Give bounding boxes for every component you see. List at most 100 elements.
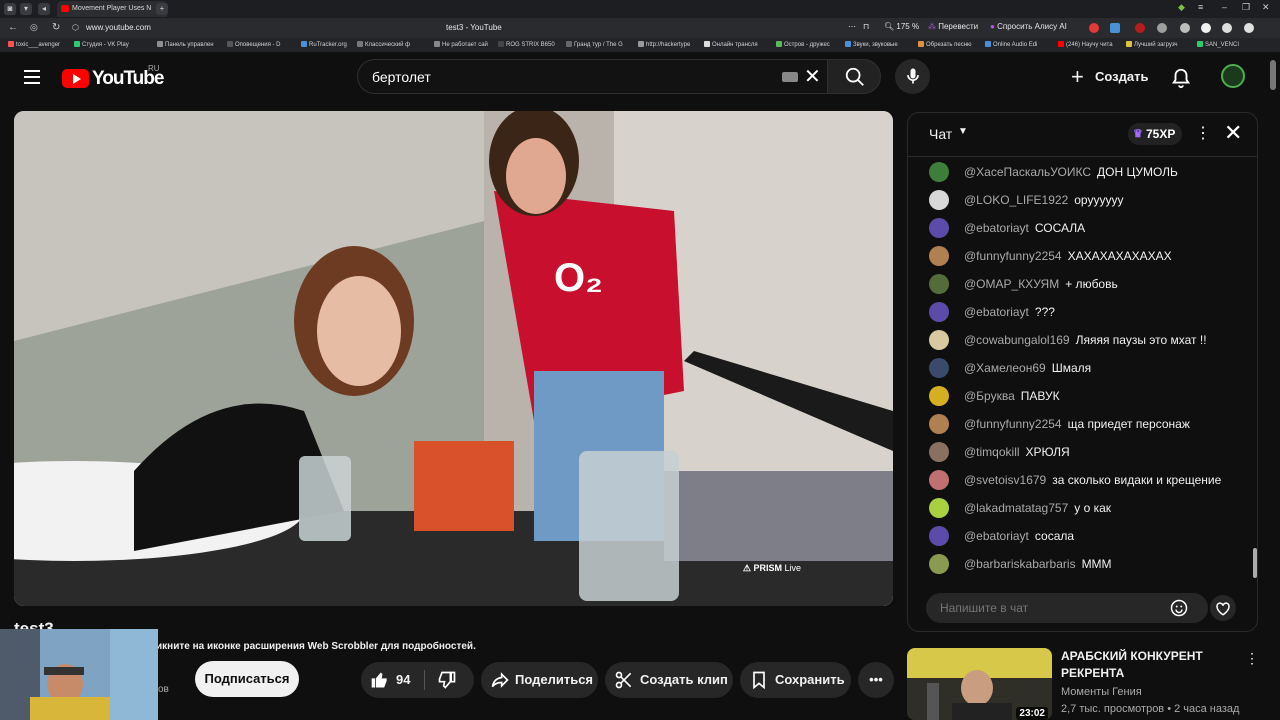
create-clip-button[interactable]: Создать клип bbox=[605, 662, 733, 698]
chat-author-handle[interactable]: @barbariskabarbaris bbox=[964, 557, 1076, 571]
search-button[interactable] bbox=[827, 59, 881, 94]
chat-author-avatar[interactable] bbox=[929, 302, 949, 322]
chat-author-name[interactable]: @cowabungalol169 Ляяяя паузы это мхат !! bbox=[964, 333, 1207, 347]
chat-message[interactable]: @ХасеПаскальУОИКС ДОН ЦУМОЛЬ bbox=[928, 160, 1248, 188]
clear-search-icon[interactable]: ✕ bbox=[804, 64, 821, 89]
chat-message[interactable]: @ОМАР_КХУЯМ + любовь bbox=[928, 272, 1248, 300]
chat-author-name[interactable]: @ebatoriayt??? bbox=[964, 305, 1055, 319]
heart-button[interactable] bbox=[1210, 595, 1236, 621]
chat-author-handle[interactable]: @Хамелеон69 bbox=[964, 361, 1046, 375]
chat-author-handle[interactable]: @ОМАР_КХУЯМ bbox=[964, 277, 1059, 291]
tab-list-icon[interactable]: ▾ bbox=[20, 3, 32, 15]
chat-author-handle[interactable]: @ebatoriayt bbox=[964, 305, 1029, 319]
chat-message[interactable]: @funnyfunny2254 ща приедет персонаж bbox=[928, 412, 1248, 440]
chat-author-handle[interactable]: @ebatoriayt bbox=[964, 221, 1029, 235]
subscribe-button[interactable]: Подписаться bbox=[195, 661, 299, 697]
bookmark-item[interactable]: Гранд тур / The G bbox=[566, 41, 623, 48]
tab-back-icon[interactable]: ◂ bbox=[38, 3, 50, 15]
chat-author-name[interactable]: @barbariskabarbaris МММ bbox=[964, 557, 1112, 571]
chat-author-handle[interactable]: @timqokill bbox=[964, 445, 1020, 459]
bookmark-item[interactable]: SAN_VENCI bbox=[1197, 41, 1239, 48]
maximize-icon[interactable]: ❐ bbox=[1242, 2, 1250, 13]
chat-scrollbar[interactable] bbox=[1253, 548, 1257, 578]
bookmark-item[interactable]: Панель управлен bbox=[157, 41, 214, 48]
page-scrollbar[interactable] bbox=[1270, 60, 1276, 90]
minimize-icon[interactable]: – bbox=[1222, 2, 1227, 12]
url-text[interactable]: www.youtube.com bbox=[86, 23, 151, 32]
chat-author-handle[interactable]: @ХасеПаскальУОИКС bbox=[964, 165, 1091, 179]
chat-author-handle[interactable]: @ebatoriayt bbox=[964, 529, 1029, 543]
chat-author-avatar[interactable] bbox=[929, 246, 949, 266]
bookmark-item[interactable]: Классический ф bbox=[357, 41, 410, 48]
new-tab-icon[interactable]: + bbox=[156, 3, 168, 15]
chat-message[interactable]: @funnyfunny2254 ХАХАХАХАХАХАХ bbox=[928, 244, 1248, 272]
chat-author-handle[interactable]: @svetoisv1679 bbox=[964, 473, 1046, 487]
chat-author-avatar[interactable] bbox=[929, 358, 949, 378]
bookmark-item[interactable]: Звуки, звуковые bbox=[845, 41, 898, 48]
chat-author-avatar[interactable] bbox=[929, 386, 949, 406]
chat-close-icon[interactable]: ✕ bbox=[1224, 120, 1242, 146]
chat-author-avatar[interactable] bbox=[929, 554, 949, 574]
chat-author-name[interactable]: @ebatoriayt сосала bbox=[964, 529, 1074, 543]
chat-author-avatar[interactable] bbox=[929, 274, 949, 294]
bookmark-item[interactable]: RuTracker.org bbox=[301, 41, 347, 48]
site-info-icon[interactable]: ◎ bbox=[30, 22, 38, 33]
extension-icon[interactable] bbox=[1180, 23, 1190, 33]
recommended-video[interactable]: 23:02 АРАБСКИЙ КОНКУРЕНТ РЕКРЕНТА Момент… bbox=[907, 648, 1259, 720]
chat-message[interactable]: @Хамелеон69 Шмаля bbox=[928, 356, 1248, 384]
shield-icon[interactable]: ◆ bbox=[1178, 2, 1185, 13]
bookmark-item[interactable]: Онлайн трансля bbox=[704, 41, 758, 48]
chat-author-avatar[interactable] bbox=[929, 190, 949, 210]
chat-author-name[interactable]: @svetoisv1679 за сколько видаки и крещени… bbox=[964, 473, 1221, 487]
extension-icon[interactable] bbox=[1110, 23, 1120, 33]
voice-search-button[interactable] bbox=[895, 59, 930, 94]
chat-message[interactable]: @barbariskabarbaris МММ bbox=[928, 552, 1248, 580]
chat-author-name[interactable]: @Бруква ПАВУК bbox=[964, 389, 1060, 403]
chat-message[interactable]: @lakadmatatag757 у о как bbox=[928, 496, 1248, 524]
chat-author-handle[interactable]: @Бруква bbox=[964, 389, 1015, 403]
chat-author-avatar[interactable] bbox=[929, 442, 949, 462]
chat-author-avatar[interactable] bbox=[929, 162, 949, 182]
chat-author-handle[interactable]: @lakadmatatag757 bbox=[964, 501, 1068, 515]
more-vertical-icon[interactable]: ⋮ bbox=[1245, 650, 1259, 667]
back-icon[interactable]: ← bbox=[8, 22, 18, 33]
bookmark-item[interactable]: Не работает сай bbox=[434, 41, 488, 48]
bookmark-item[interactable]: Online Audio Edi bbox=[985, 41, 1037, 48]
chat-author-name[interactable]: @funnyfunny2254 ща приедет персонаж bbox=[964, 417, 1190, 431]
chat-author-name[interactable]: @lakadmatatag757 у о как bbox=[964, 501, 1111, 515]
search-input[interactable] bbox=[372, 67, 752, 87]
keyboard-icon[interactable] bbox=[782, 72, 798, 82]
chat-author-avatar[interactable] bbox=[929, 526, 949, 546]
chat-author-name[interactable]: @Хамелеон69 Шмаля bbox=[964, 361, 1091, 375]
bookmark-item[interactable]: ROG STRIX B650 bbox=[498, 41, 555, 48]
share-button[interactable]: Поделиться bbox=[481, 662, 598, 698]
chat-author-name[interactable]: @funnyfunny2254 ХАХАХАХАХАХАХ bbox=[964, 249, 1172, 263]
chat-author-name[interactable]: @LOKO_LIFE1922 оруууууу bbox=[964, 193, 1123, 207]
xp-badge[interactable]: ♛ 75XP bbox=[1128, 123, 1182, 145]
chat-author-avatar[interactable] bbox=[929, 218, 949, 238]
chat-author-avatar[interactable] bbox=[929, 498, 949, 518]
chat-author-avatar[interactable] bbox=[929, 414, 949, 434]
extension-icon[interactable] bbox=[1157, 23, 1167, 33]
account-avatar[interactable] bbox=[1221, 64, 1245, 88]
chat-author-handle[interactable]: @funnyfunny2254 bbox=[964, 249, 1062, 263]
translate-button[interactable]: ⁂ Перевести bbox=[928, 22, 978, 31]
more-dots-icon[interactable]: ⋯ bbox=[848, 22, 856, 31]
chevron-down-icon[interactable]: ▼ bbox=[958, 126, 968, 137]
bookmark-item[interactable]: Обрезать песню bbox=[918, 41, 972, 48]
tab-youtube[interactable]: Movement Player Uses N bbox=[57, 1, 167, 17]
chat-message[interactable]: @Бруква ПАВУК bbox=[928, 384, 1248, 412]
chat-author-handle[interactable]: @cowabungalol169 bbox=[964, 333, 1070, 347]
chat-author-avatar[interactable] bbox=[929, 330, 949, 350]
chat-message[interactable]: @ebatoriayt СОСАЛА bbox=[928, 216, 1248, 244]
chat-author-name[interactable]: @ОМАР_КХУЯМ + любовь bbox=[964, 277, 1118, 291]
recommended-title[interactable]: АРАБСКИЙ КОНКУРЕНТ РЕКРЕНТА bbox=[1061, 648, 1231, 682]
extension-icon[interactable] bbox=[1135, 23, 1145, 33]
reload-icon[interactable]: ↻ bbox=[52, 22, 60, 33]
youtube-logo[interactable]: YouTube RU bbox=[62, 64, 164, 89]
chat-author-handle[interactable]: @LOKO_LIFE1922 bbox=[964, 193, 1068, 207]
chat-message-list[interactable]: @ХасеПаскальУОИКС ДОН ЦУМОЛЬ @LOKO_LIFE192… bbox=[908, 158, 1257, 588]
notifications-bell-icon[interactable] bbox=[1170, 67, 1192, 89]
chat-more-icon[interactable]: ⋮ bbox=[1195, 123, 1211, 143]
video-thumbnail[interactable]: 23:02 bbox=[907, 648, 1052, 720]
